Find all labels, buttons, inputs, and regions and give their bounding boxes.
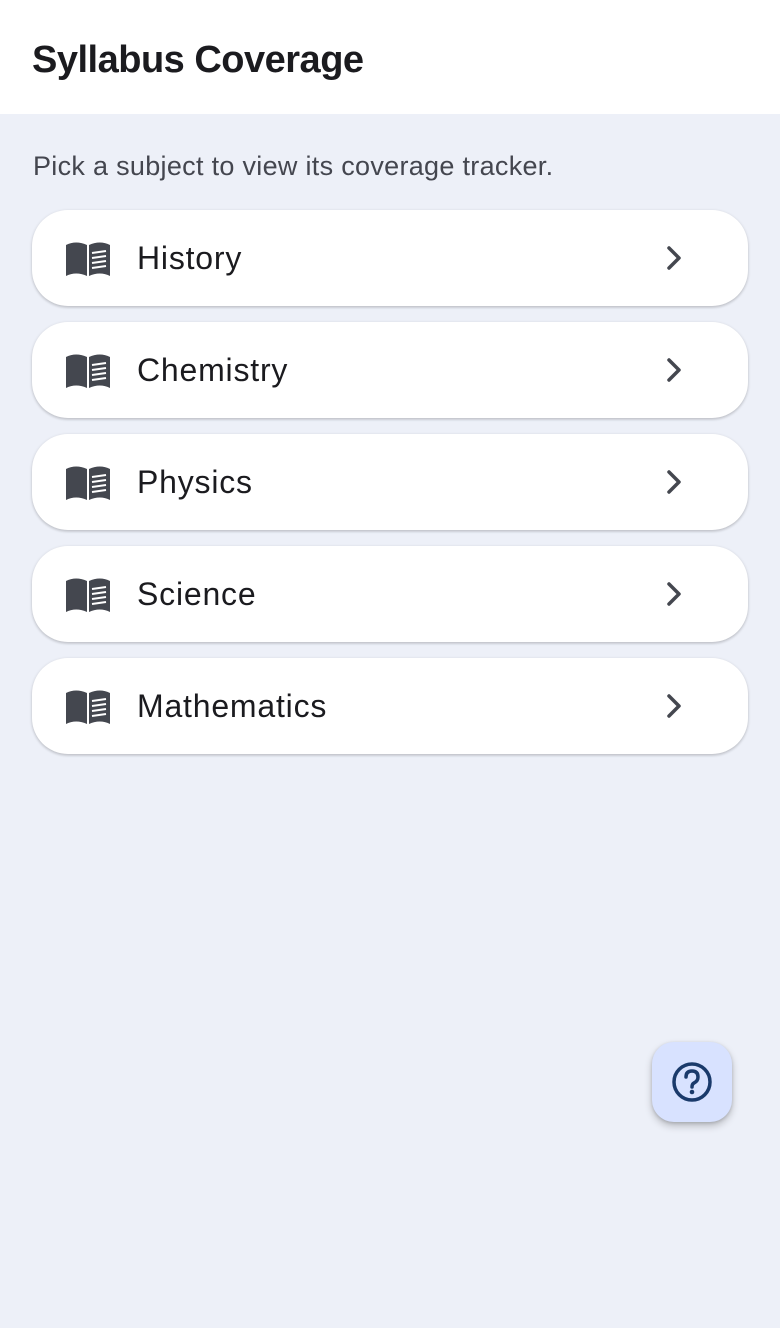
book-icon <box>66 578 110 612</box>
book-icon <box>66 466 110 500</box>
subject-item-history[interactable]: History <box>32 210 748 306</box>
app-bar: Syllabus Coverage <box>0 0 780 114</box>
help-button[interactable] <box>652 1042 732 1122</box>
subject-label: Mathematics <box>137 688 328 724</box>
book-icon <box>66 242 110 276</box>
subject-label: Physics <box>137 464 253 500</box>
subject-item-chemistry[interactable]: Chemistry <box>32 322 748 418</box>
book-icon <box>66 354 110 388</box>
chevron-right-icon <box>667 470 681 494</box>
chevron-right-icon <box>667 358 681 382</box>
subject-item-science[interactable]: Science <box>32 546 748 642</box>
subject-list: History Chemistry Physics Science Mathem… <box>32 210 748 770</box>
help-circle-icon <box>672 1062 712 1102</box>
book-icon <box>66 690 110 724</box>
page-title: Syllabus Coverage <box>32 39 364 81</box>
subject-item-mathematics[interactable]: Mathematics <box>32 658 748 754</box>
subject-label: Chemistry <box>137 352 289 388</box>
page-subtitle: Pick a subject to view its coverage trac… <box>33 151 554 181</box>
subject-label: History <box>137 240 243 276</box>
chevron-right-icon <box>667 582 681 606</box>
chevron-right-icon <box>667 246 681 270</box>
chevron-right-icon <box>667 694 681 718</box>
subject-label: Science <box>137 576 257 612</box>
subject-item-physics[interactable]: Physics <box>32 434 748 530</box>
